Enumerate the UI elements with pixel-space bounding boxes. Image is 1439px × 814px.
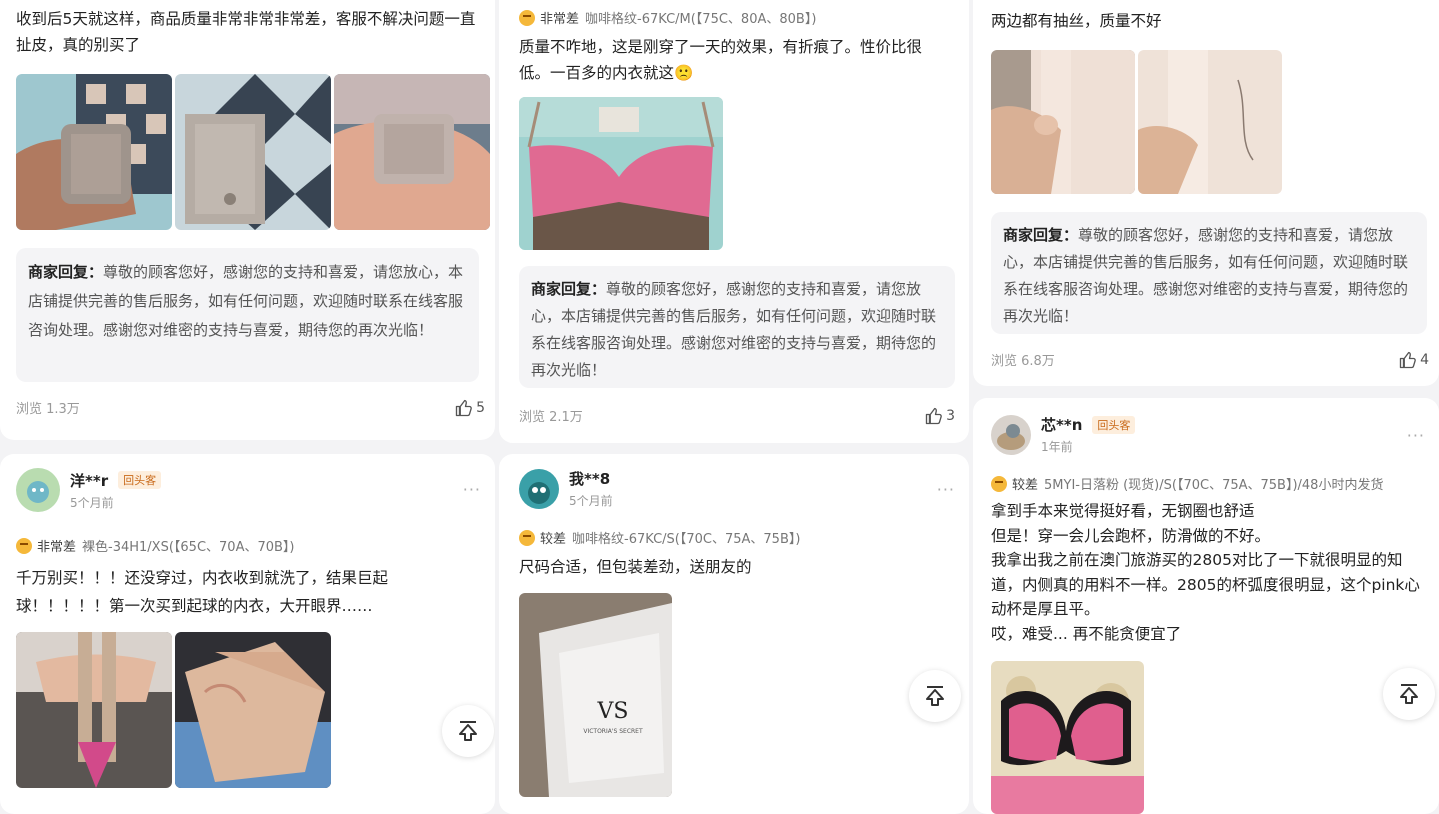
username[interactable]: 我**8 bbox=[569, 468, 610, 489]
review-text: 尺码合适，但包装差劲，送朋友的 bbox=[519, 558, 752, 576]
review-photos bbox=[519, 97, 723, 250]
review-card: 收到后5天就这样，商品质量非常非常非常差，客服不解决问题一直扯皮，真的别买了 商… bbox=[0, 0, 495, 440]
review-footer: 浏览 6.8万 4 bbox=[991, 350, 1429, 369]
review-card: 我**8 5个月前 ··· 较差 咖啡格纹-67KC/S(【70C、75A、75… bbox=[499, 454, 969, 814]
back-to-top-icon bbox=[1400, 684, 1418, 704]
rating-label: 非常差 bbox=[540, 12, 580, 27]
merchant-reply: 商家回复：尊敬的顾客您好，感谢您的支持和喜爱，请您放心，本店铺提供完善的售后服务… bbox=[16, 248, 479, 382]
review-rating: 非常差 咖啡格纹-67KC/M(【75C、80A、80B】) bbox=[519, 8, 816, 27]
review-card: 芯**n 回头客 1年前 ··· 较差 5MYI-日落粉 (现货)/S(【70C… bbox=[973, 398, 1439, 814]
view-count: 浏览 1.3万 bbox=[16, 402, 80, 417]
review-rating: 非常差 裸色-34H1/XS(【65C、70A、70B】) bbox=[16, 536, 295, 555]
like-count: 4 bbox=[1420, 351, 1429, 368]
rating-face-icon bbox=[991, 475, 1007, 492]
reply-label: 商家回复： bbox=[531, 280, 607, 298]
review-photos bbox=[991, 50, 1282, 194]
review-photo[interactable] bbox=[991, 661, 1144, 814]
review-photo[interactable] bbox=[16, 632, 172, 788]
review-photo[interactable] bbox=[519, 97, 723, 250]
back-to-top-button[interactable] bbox=[442, 705, 494, 757]
review-photo[interactable] bbox=[334, 74, 490, 230]
rating-label: 较差 bbox=[540, 532, 567, 547]
review-photo[interactable] bbox=[991, 50, 1135, 194]
review-photo[interactable] bbox=[175, 74, 331, 230]
review-photo[interactable]: VS VICTORIA'S SECRET bbox=[519, 593, 672, 797]
review-card: 非常差 咖啡格纹-67KC/M(【75C、80A、80B】) 质量不咋地，这是刚… bbox=[499, 0, 969, 443]
review-text: 两边都有抽丝，质量不好 bbox=[991, 12, 1162, 30]
like-button[interactable]: 3 bbox=[925, 407, 955, 425]
thumbs-up-icon bbox=[1399, 351, 1416, 368]
thumbs-up-icon bbox=[925, 407, 942, 424]
review-header: 芯**n 回头客 1年前 bbox=[991, 414, 1136, 455]
rating-label: 非常差 bbox=[37, 540, 77, 555]
more-options-icon[interactable]: ··· bbox=[463, 480, 481, 499]
review-photos bbox=[16, 632, 331, 788]
rating-face-icon bbox=[519, 9, 535, 26]
rating-label: 较差 bbox=[1012, 478, 1039, 493]
like-button[interactable]: 5 bbox=[455, 399, 485, 417]
review-card: 洋**r 回头客 5个月前 ··· 非常差 裸色-34H1/XS(【65C、70… bbox=[0, 454, 495, 814]
avatar[interactable] bbox=[16, 468, 60, 512]
review-time: 5个月前 bbox=[569, 494, 613, 508]
review-photo[interactable] bbox=[16, 74, 172, 230]
review-card: 两边都有抽丝，质量不好 商家回复：尊敬的顾客您好，感谢您的支持和喜爱，请您放心，… bbox=[973, 0, 1439, 386]
reply-label: 商家回复： bbox=[1003, 226, 1079, 244]
review-footer: 浏览 2.1万 3 bbox=[519, 406, 955, 425]
reply-label: 商家回复： bbox=[28, 263, 104, 281]
box-brand: VICTORIA'S SECRET bbox=[583, 728, 643, 735]
back-to-top-icon bbox=[459, 721, 477, 741]
view-count: 浏览 6.8万 bbox=[991, 354, 1055, 369]
like-button[interactable]: 4 bbox=[1399, 351, 1429, 369]
view-count: 浏览 2.1万 bbox=[519, 410, 583, 425]
like-count: 3 bbox=[946, 407, 955, 424]
review-footer: 浏览 1.3万 5 bbox=[16, 398, 485, 417]
review-rating: 较差 5MYI-日落粉 (现货)/S(【70C、75A、75B】)/48小时内发… bbox=[991, 474, 1383, 493]
merchant-reply: 商家回复：尊敬的顾客您好，感谢您的支持和喜爱，请您放心，本店铺提供完善的售后服务… bbox=[519, 266, 955, 388]
review-text: 千万别买！！！还没穿过，内衣收到就洗了，结果巨起球！！！！！第一次买到起球的内衣… bbox=[16, 569, 389, 615]
rating-face-icon bbox=[16, 537, 32, 554]
username[interactable]: 洋**r bbox=[70, 470, 108, 491]
avatar[interactable] bbox=[991, 414, 1031, 455]
review-time: 5个月前 bbox=[70, 495, 114, 510]
back-to-top-button[interactable] bbox=[909, 670, 961, 722]
returning-customer-badge: 回头客 bbox=[1092, 415, 1136, 434]
review-time: 1年前 bbox=[1041, 440, 1073, 454]
like-count: 5 bbox=[476, 399, 485, 416]
review-photos: VS VICTORIA'S SECRET bbox=[519, 593, 672, 797]
thumbs-up-icon bbox=[455, 399, 472, 416]
review-photo[interactable] bbox=[175, 632, 331, 788]
review-header: 洋**r 回头客 5个月前 bbox=[16, 468, 162, 512]
returning-customer-badge: 回头客 bbox=[118, 471, 162, 489]
merchant-reply: 商家回复：尊敬的顾客您好，感谢您的支持和喜爱，请您放心，本店铺提供完善的售后服务… bbox=[991, 212, 1427, 334]
review-text: 质量不咋地，这是刚穿了一天的效果，有折痕了。性价比很低。一百多的内衣就这🙁 bbox=[519, 38, 923, 82]
product-spec: 咖啡格纹-67KC/M(【75C、80A、80B】) bbox=[585, 12, 817, 27]
rating-face-icon bbox=[519, 529, 535, 546]
more-options-icon[interactable]: ··· bbox=[1407, 426, 1425, 445]
more-options-icon[interactable]: ··· bbox=[937, 480, 955, 499]
review-photos bbox=[991, 661, 1144, 814]
product-spec: 裸色-34H1/XS(【65C、70A、70B】) bbox=[82, 540, 295, 555]
product-spec: 5MYI-日落粉 (现货)/S(【70C、75A、75B】)/48小时内发货 bbox=[1044, 478, 1384, 493]
review-photos bbox=[16, 74, 490, 230]
product-spec: 咖啡格纹-67KC/S(【70C、75A、75B】) bbox=[572, 532, 801, 547]
review-text: 拿到手本来觉得挺好看，无钢圈也舒适 但是！穿一会儿会跑杯，防滑做的不好。 我拿出… bbox=[991, 502, 1420, 643]
back-to-top-button[interactable] bbox=[1383, 668, 1435, 720]
box-logo: VS bbox=[597, 699, 629, 724]
review-rating: 较差 咖啡格纹-67KC/S(【70C、75A、75B】) bbox=[519, 528, 800, 547]
review-text: 收到后5天就这样，商品质量非常非常非常差，客服不解决问题一直扯皮，真的别买了 bbox=[16, 10, 476, 54]
review-photo[interactable] bbox=[1138, 50, 1282, 194]
username[interactable]: 芯**n bbox=[1041, 414, 1082, 435]
back-to-top-icon bbox=[926, 686, 944, 706]
review-header: 我**8 5个月前 bbox=[519, 468, 613, 509]
avatar[interactable] bbox=[519, 468, 559, 509]
